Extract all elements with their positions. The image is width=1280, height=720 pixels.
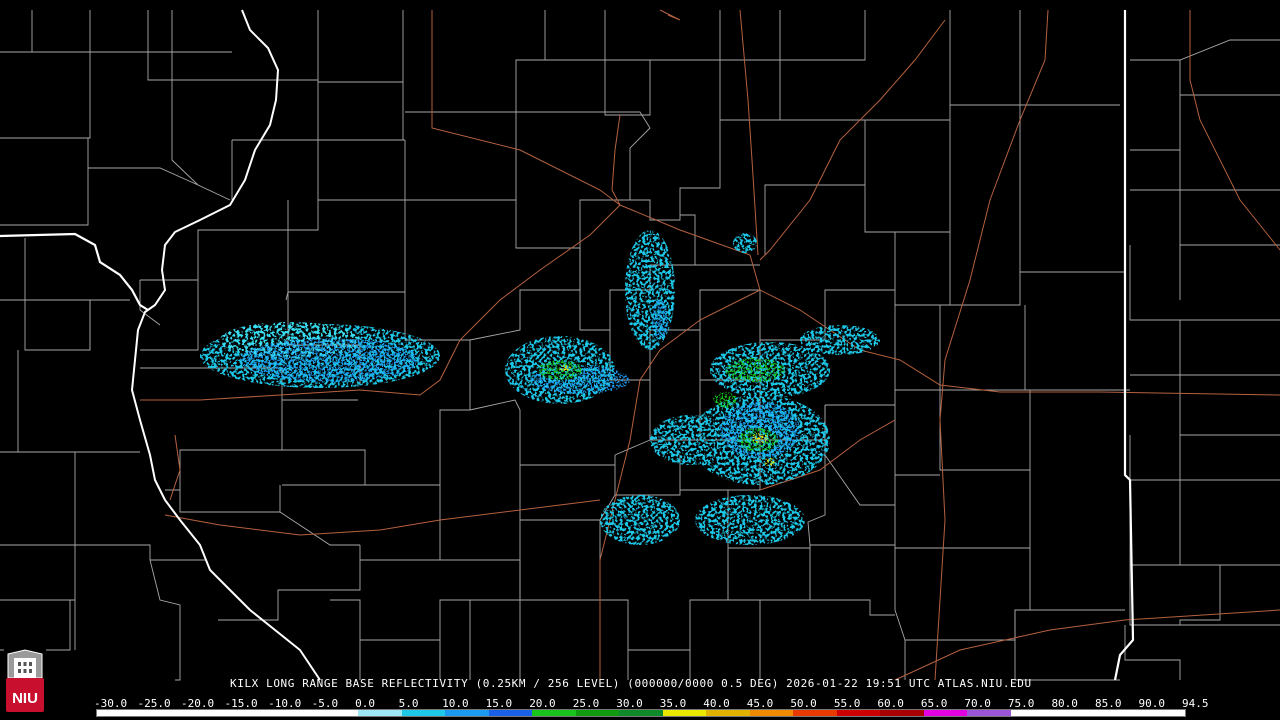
color-bar-segment	[706, 710, 750, 716]
color-bar-segment	[358, 710, 402, 716]
radar-map-view: NIU KILX LONG RANGE BASE REFLECTIVITY (0…	[0, 0, 1280, 720]
color-bar-segment	[575, 710, 620, 716]
radar-echoes	[200, 230, 880, 545]
color-bar-segment	[1141, 710, 1185, 716]
color-bar-segment	[488, 710, 533, 716]
color-bar-segment	[793, 710, 837, 716]
color-bar-segment	[1010, 710, 1055, 716]
color-bar-segment	[923, 710, 968, 716]
color-bar-segment	[1097, 710, 1142, 716]
color-scale-labels: -30.0 -25.0 -20.0 -15.0 -10.0 -5.0 0.0 5.0 10.0 1…	[94, 697, 1209, 710]
color-bar-segment	[619, 710, 663, 716]
color-bar-segment	[1054, 710, 1098, 716]
color-bar-segment	[184, 710, 228, 716]
color-bar-segment	[662, 710, 707, 716]
color-bar-segment	[401, 710, 446, 716]
radar-product-caption: KILX LONG RANGE BASE REFLECTIVITY (0.25K…	[230, 677, 1032, 690]
color-bar-segment	[314, 710, 359, 716]
color-bar-segment	[749, 710, 794, 716]
color-bar-segment	[97, 710, 141, 716]
color-bar-segment	[532, 710, 576, 716]
logo-text: NIU	[12, 690, 38, 707]
color-bar-segment	[836, 710, 881, 716]
niu-logo: NIU	[4, 648, 46, 716]
reflectivity-color-bar	[96, 709, 1186, 717]
radar-map	[0, 9, 1280, 681]
color-bar-segment	[445, 710, 489, 716]
color-bar-segment	[140, 710, 185, 716]
color-bar-segment	[227, 710, 272, 716]
color-bar-segment	[271, 710, 315, 716]
color-bar-segment	[880, 710, 924, 716]
color-bar-segment	[967, 710, 1011, 716]
county-boundaries	[0, 10, 1280, 681]
